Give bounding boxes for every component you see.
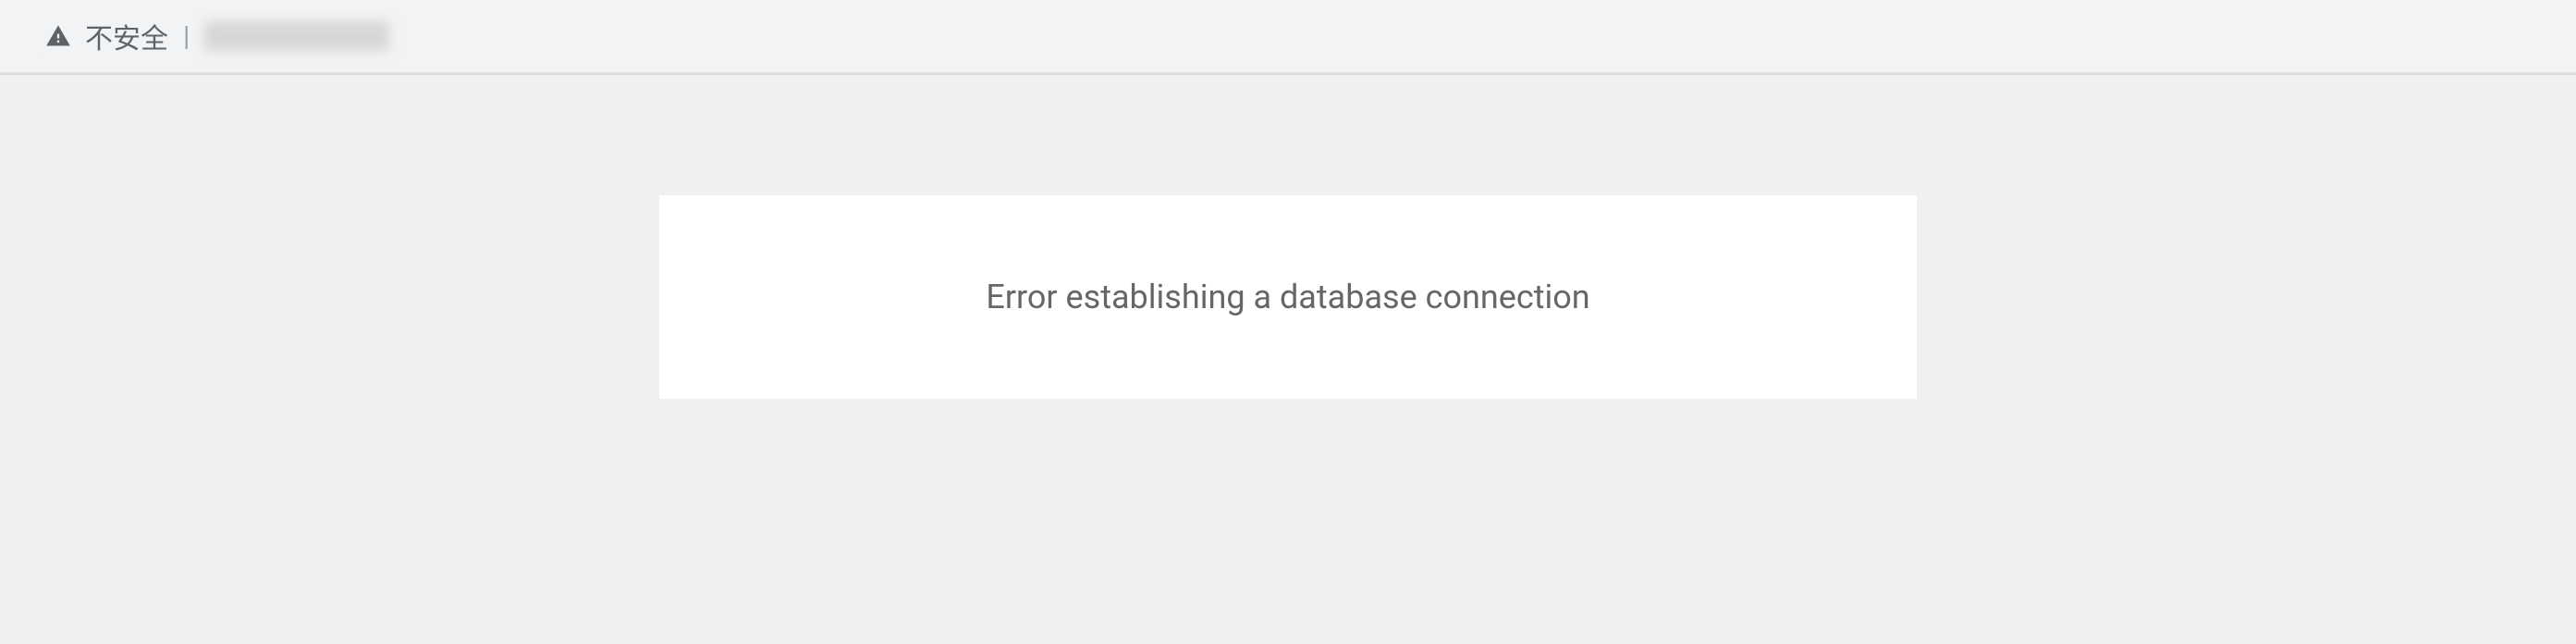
warning-icon bbox=[44, 22, 72, 50]
error-message: Error establishing a database connection bbox=[986, 278, 1589, 316]
address-pill[interactable]: 不安全 | bbox=[28, 10, 406, 62]
address-separator: | bbox=[183, 20, 190, 53]
error-card: Error establishing a database connection bbox=[659, 195, 1917, 399]
security-status-label: 不安全 bbox=[85, 16, 168, 56]
url-text-blurred bbox=[204, 21, 389, 51]
page-content-area: Error establishing a database connection bbox=[0, 74, 2576, 644]
browser-address-bar[interactable]: 不安全 | bbox=[0, 0, 2576, 74]
